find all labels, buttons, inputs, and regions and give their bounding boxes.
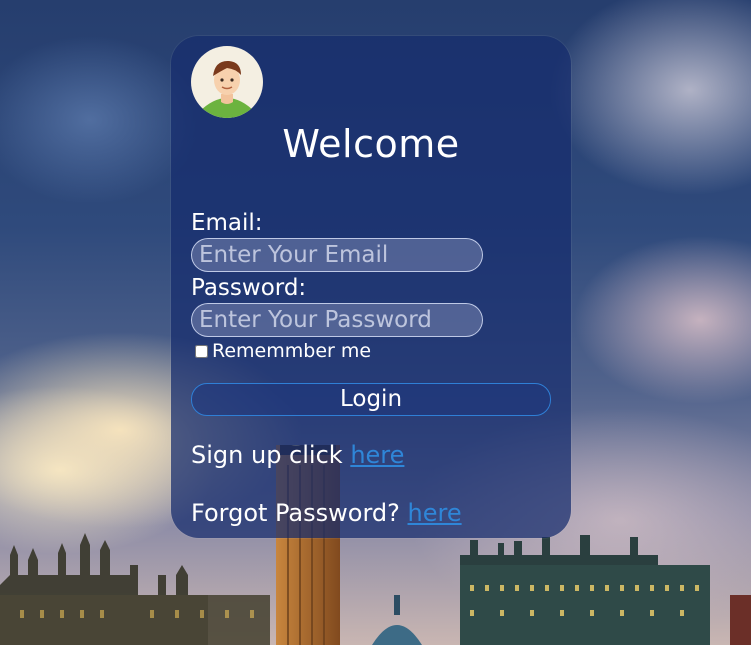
remember-me[interactable]: Rememmber me bbox=[195, 340, 371, 362]
remember-checkbox[interactable] bbox=[195, 344, 208, 358]
password-field[interactable] bbox=[191, 303, 483, 337]
signup-line: Sign up click here bbox=[191, 441, 404, 469]
forgot-password-text: Forgot Password? bbox=[191, 499, 400, 527]
user-avatar-icon bbox=[191, 46, 263, 118]
forgot-password-link[interactable]: here bbox=[408, 499, 462, 527]
remember-label: Rememmber me bbox=[212, 340, 372, 362]
email-field[interactable] bbox=[191, 238, 483, 272]
forgot-password-line: Forgot Password? here bbox=[191, 499, 462, 527]
email-label: Email: bbox=[191, 210, 263, 236]
password-label: Password: bbox=[191, 275, 307, 301]
login-card: Welcome Email: Password: Rememmber me Lo… bbox=[171, 36, 571, 538]
signup-link[interactable]: here bbox=[350, 441, 404, 469]
signup-text: Sign up click bbox=[191, 441, 343, 469]
page-title: Welcome bbox=[282, 122, 460, 166]
login-button[interactable]: Login bbox=[191, 383, 551, 416]
